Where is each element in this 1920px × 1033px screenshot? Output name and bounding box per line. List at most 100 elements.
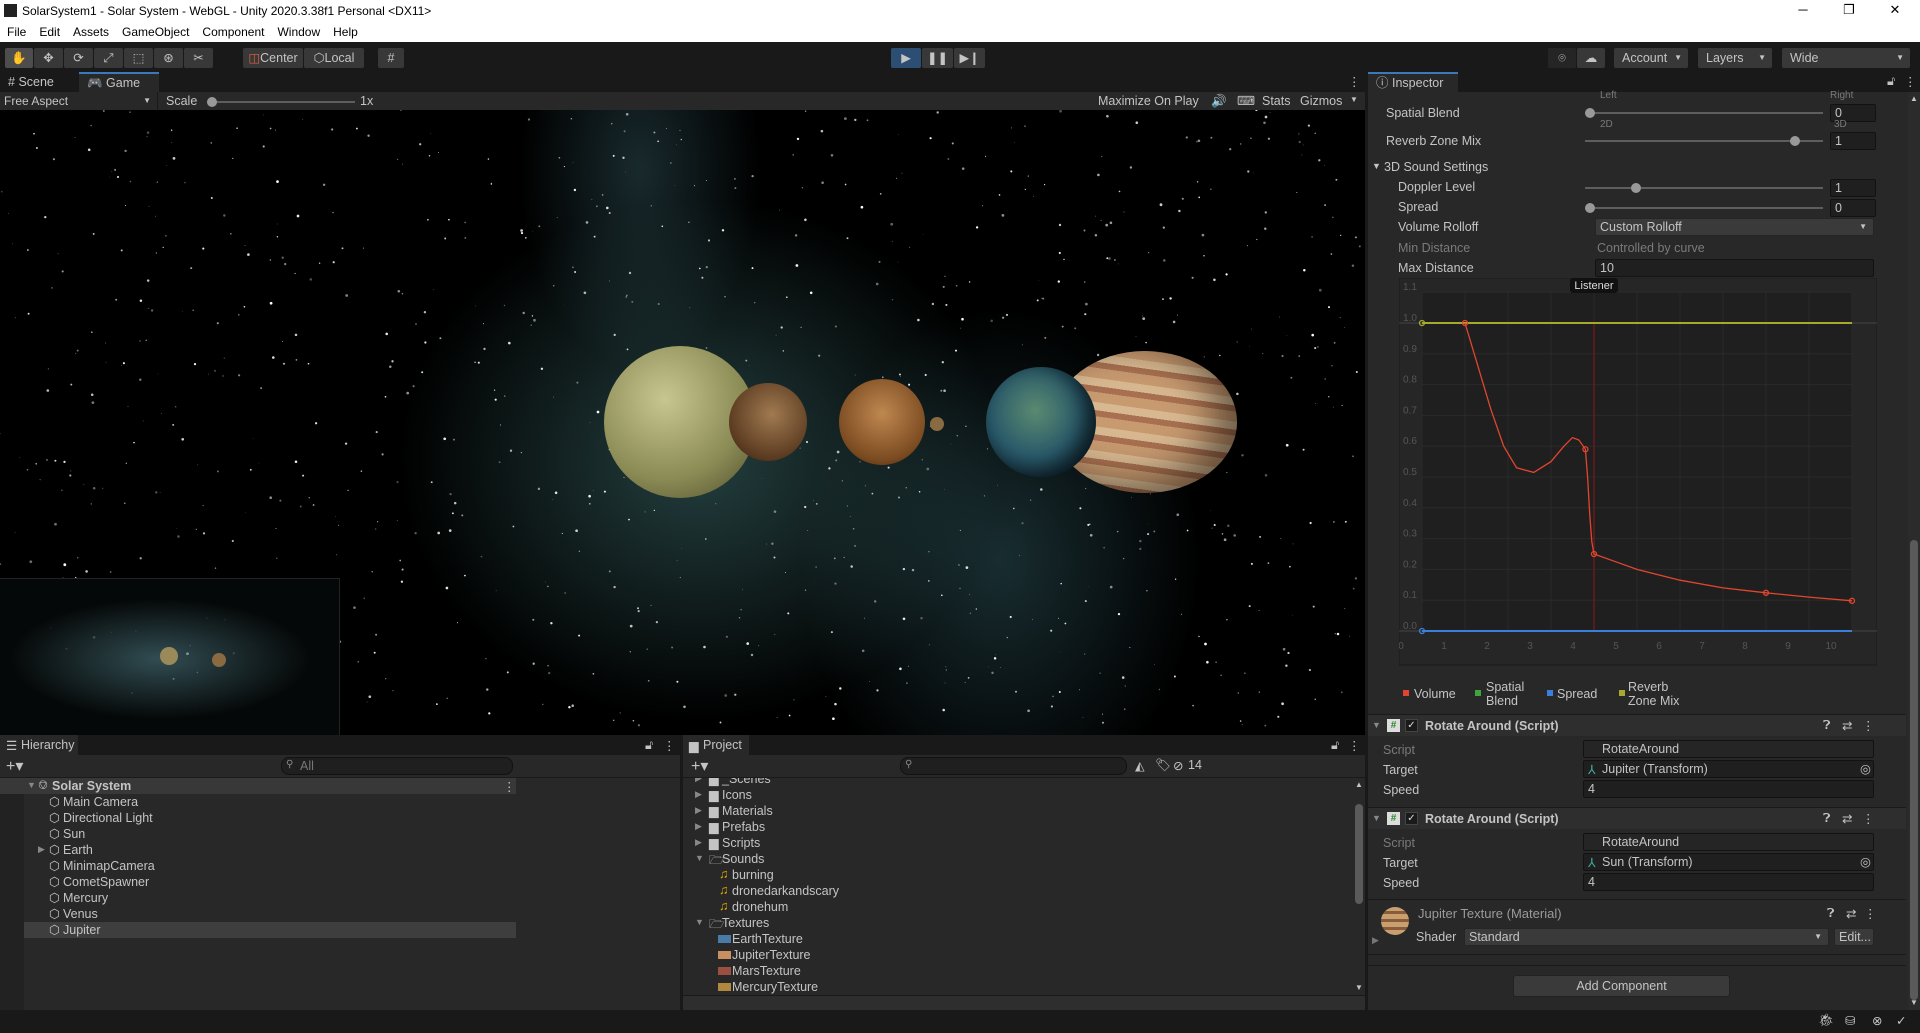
auto-generate-lighting-icon[interactable]: ⊗	[1872, 1013, 1882, 1028]
foldout-closed-icon[interactable]: ▶	[695, 789, 702, 800]
project-item[interactable]: ♫ dronehum	[683, 899, 1353, 915]
project-item[interactable]: ▼ 🗁︎ Textures	[683, 915, 1353, 931]
project-item[interactable]: ▶ ▆ Prefabs	[683, 819, 1353, 835]
volume-rolloff-dropdown[interactable]: Custom Rolloff ▼	[1595, 218, 1874, 236]
play-button[interactable]: ▶	[891, 48, 921, 68]
scroll-up-icon[interactable]: ▲	[1910, 94, 1918, 103]
more-icon[interactable]: ⋮	[503, 779, 516, 794]
foldout-open-icon[interactable]: ▼	[1372, 720, 1381, 730]
target-field[interactable]: Sun (Transform)	[1583, 853, 1874, 871]
foldout-closed-icon[interactable]: ▶	[695, 821, 702, 832]
more-icon[interactable]: ⋮	[1348, 74, 1361, 89]
hidden-packages-icon[interactable]: ⊘	[1173, 758, 1183, 773]
hierarchy-item[interactable]: ▶ ⬡ Earth	[24, 842, 516, 858]
debug-icon[interactable]: 🐞︎	[1818, 1013, 1834, 1028]
hierarchy-item[interactable]: ⬡ Directional Light	[24, 810, 516, 826]
reverb-zone-mix-slider[interactable]	[1585, 136, 1823, 146]
scale-tool-button[interactable]: ⤢	[94, 48, 123, 68]
target-field[interactable]: Jupiter (Transform)	[1583, 760, 1874, 778]
scrollbar-thumb[interactable]	[1355, 804, 1363, 904]
foldout-closed-icon[interactable]: ▶	[1372, 935, 1379, 946]
aspect-dropdown[interactable]: Free Aspect ▼	[0, 92, 158, 110]
rotate-around-header[interactable]: ▼ # ✓ Rotate Around (Script) ❓︎ ⇄ ⋮	[1368, 807, 1906, 829]
more-icon[interactable]: ⋮	[1348, 738, 1361, 753]
rect-tool-button[interactable]: ⬚	[124, 48, 153, 68]
menu-file[interactable]: File	[0, 22, 32, 39]
help-icon[interactable]: ❓︎	[1823, 811, 1831, 826]
tab-scene[interactable]: # Scene	[0, 72, 78, 92]
edit-shader-button[interactable]: Edit...	[1834, 928, 1874, 946]
project-item[interactable]: ▶ ▆ Icons	[683, 787, 1353, 803]
scene-row[interactable]: ▼ ⎊ Solar System ⋮	[0, 778, 516, 794]
more-icon[interactable]: ⋮	[663, 738, 676, 753]
cache-server-icon[interactable]: ⛁	[1845, 1013, 1855, 1028]
gizmos-toggle[interactable]: Gizmos	[1300, 94, 1342, 108]
grid-snap-button[interactable]: #	[378, 48, 404, 68]
step-button[interactable]: ▶❙	[954, 48, 985, 68]
hierarchy-search-input[interactable]: All	[281, 757, 513, 775]
slider-knob[interactable]	[1790, 136, 1801, 146]
help-icon[interactable]: ❓︎	[1823, 718, 1831, 733]
preset-icon[interactable]: ⇄	[1846, 906, 1856, 921]
menu-component[interactable]: Component	[195, 22, 270, 39]
rotate-around-header[interactable]: ▼ # ✓ Rotate Around (Script) ❓︎ ⇄ ⋮	[1368, 714, 1906, 736]
scale-slider-knob[interactable]	[207, 97, 217, 107]
transform-tool-button[interactable]: ⊛	[154, 48, 183, 68]
spread-field[interactable]: 0	[1830, 199, 1876, 217]
hierarchy-item[interactable]: ⬡ Jupiter	[24, 922, 516, 938]
lock-icon[interactable]: 🔓︎	[645, 738, 653, 753]
move-tool-button[interactable]: ✥	[34, 48, 63, 68]
tab-game[interactable]: 🎮 Game	[79, 72, 159, 92]
scrollbar-thumb[interactable]	[1910, 540, 1918, 1000]
enabled-checkbox[interactable]: ✓	[1405, 812, 1418, 825]
more-icon[interactable]: ⋮	[1864, 906, 1877, 921]
rotate-tool-button[interactable]: ⟳	[64, 48, 93, 68]
rolloff-graph[interactable]: 0.0 0.1 0.2 0.3 0.4 0.5 0.6 0.7 0.8 0.9 1.0 1.1 0 1 2 3…	[1399, 278, 1877, 668]
menu-assets[interactable]: Assets	[66, 22, 115, 39]
pivot-center-button[interactable]: ◫Center	[243, 48, 303, 68]
more-icon[interactable]: ⋮	[1862, 811, 1875, 826]
scroll-up-icon[interactable]: ▲	[1355, 780, 1363, 789]
max-distance-field[interactable]: 10	[1595, 259, 1874, 277]
project-item[interactable]: JupiterTexture	[683, 947, 1353, 963]
progress-done-icon[interactable]: ✓	[1896, 1013, 1906, 1028]
scroll-down-icon[interactable]: ▼	[1910, 998, 1918, 1007]
maximize-on-play-toggle[interactable]: Maximize On Play	[1098, 94, 1199, 108]
project-scrollbar[interactable]: ▲ ▼	[1353, 778, 1365, 995]
shader-dropdown[interactable]: Standard ▼	[1464, 928, 1829, 946]
foldout-closed-icon[interactable]: ▶	[695, 837, 702, 848]
project-item[interactable]: ▼ 🗁︎ Sounds	[683, 851, 1353, 867]
help-icon[interactable]: ❓︎	[1827, 906, 1835, 921]
project-item[interactable]: ♫ dronedarkandscary	[683, 883, 1353, 899]
menu-help[interactable]: Help	[326, 22, 364, 39]
hierarchy-item[interactable]: ⬡ Sun	[24, 826, 516, 842]
speed-field[interactable]: 4	[1583, 873, 1874, 891]
menu-window[interactable]: Window	[270, 22, 326, 39]
foldout-closed-icon[interactable]: ▶	[695, 805, 702, 816]
object-picker-icon[interactable]: ◎	[1860, 761, 1871, 776]
preset-icon[interactable]: ⇄	[1842, 811, 1852, 826]
foldout-open-icon[interactable]: ▼	[695, 853, 704, 863]
audio-mute-icon[interactable]: 🔊	[1211, 94, 1227, 109]
reverb-zone-mix-field[interactable]: 1	[1830, 132, 1876, 150]
pause-button[interactable]: ❚❚	[922, 48, 953, 68]
project-item[interactable]: EarthTexture	[683, 931, 1353, 947]
legend-reverb-zone-mix[interactable]: Reverb Zone Mix	[1628, 680, 1688, 708]
slider-knob[interactable]	[1585, 108, 1595, 118]
foldout-open-icon[interactable]: ▼	[1372, 813, 1381, 823]
legend-spatial-blend[interactable]: Spatial Blend	[1486, 680, 1536, 708]
project-item[interactable]: MarsTexture	[683, 963, 1353, 979]
slider-knob[interactable]	[1630, 183, 1641, 193]
doppler-level-field[interactable]: 1	[1830, 179, 1876, 197]
foldout-open-icon[interactable]: ▼	[27, 780, 36, 790]
legend-volume[interactable]: Volume	[1414, 687, 1456, 701]
project-search-input[interactable]	[900, 757, 1127, 775]
hierarchy-item[interactable]: ⬡ CometSpawner	[24, 874, 516, 890]
3d-sound-settings-foldout[interactable]: 3D Sound Settings	[1384, 160, 1488, 174]
preset-icon[interactable]: ⇄	[1842, 718, 1852, 733]
filter-by-type-icon[interactable]: ◭	[1135, 758, 1145, 773]
tab-project-label[interactable]: Project	[703, 738, 742, 752]
project-item[interactable]: MercuryTexture	[683, 979, 1353, 995]
scroll-down-icon[interactable]: ▼	[1355, 983, 1363, 992]
menu-edit[interactable]: Edit	[32, 22, 66, 39]
